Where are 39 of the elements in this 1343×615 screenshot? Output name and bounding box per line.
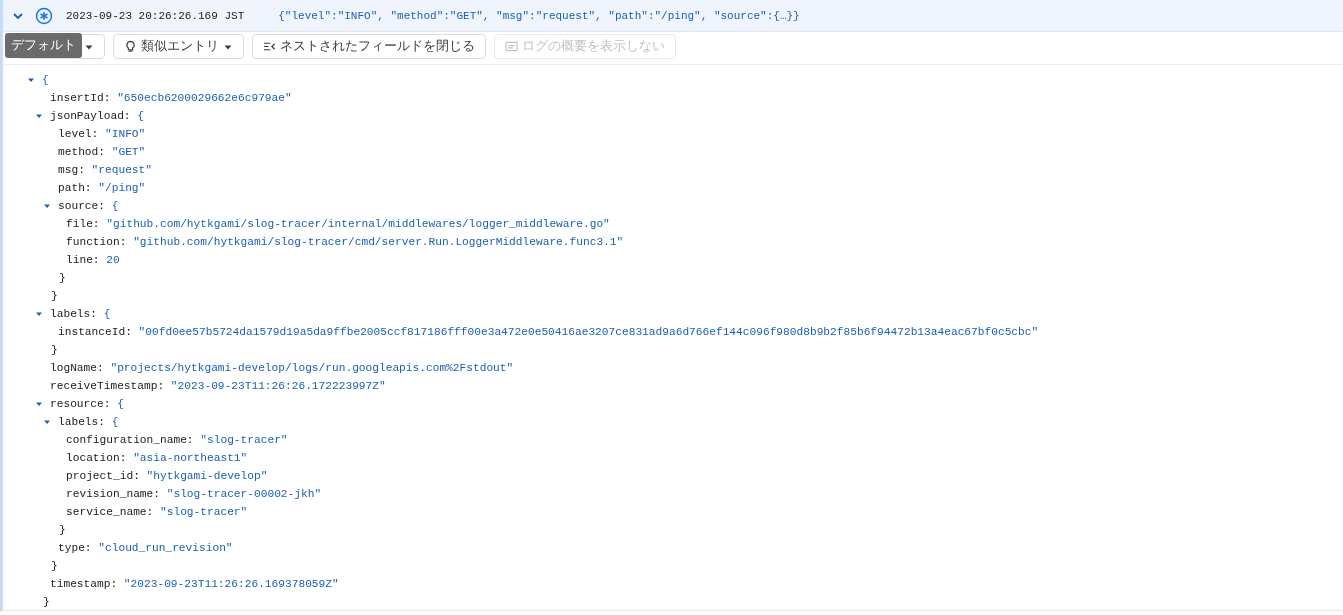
json-field: method: "GET" [58, 146, 146, 158]
collapse-lines-icon [263, 40, 276, 53]
json-field: path: "/ping" [58, 182, 146, 194]
json-field: revision_name: "slog-tracer-00002-jkh" [66, 488, 322, 500]
json-field: line: 20 [66, 254, 120, 266]
json-field: service_name: "slog-tracer" [66, 506, 248, 518]
closing-brace: } [43, 596, 50, 608]
json-field: project_id: "hytkgami-develop" [66, 470, 268, 482]
json-field: insertId: "650ecb6200029662e6c979ae" [50, 92, 292, 104]
json-field: msg: "request" [58, 164, 152, 176]
tooltip: デフォルト [5, 33, 82, 58]
closing-brace: } [59, 272, 66, 284]
collapse-button[interactable]: ネストされたフィールドを閉じる [252, 34, 486, 59]
json-field: instanceId: "00fd0ee57b5724da1579d19a5da9ffbe2005ccf817186fff00e3a472e0e50416ae3207ce831ad9a6d766ef144c096f980d8b9b2f85b6f94472b13a4eac67bf0c5cbc" [58, 326, 1039, 338]
json-line: source: { [58, 200, 119, 212]
json-line: { [42, 74, 49, 86]
json-field: logName: "projects/hytkgami-develop/logs/run.googleapis.com%2Fstdout" [50, 362, 514, 374]
json-field: location: "asia-northeast1" [66, 452, 248, 464]
summary-icon [505, 40, 518, 53]
json-field: level: "INFO" [58, 128, 146, 140]
json-line: jsonPayload: { [50, 110, 144, 122]
json-line: labels: { [58, 416, 119, 428]
json-line: resource: { [50, 398, 124, 410]
json-line: labels: { [50, 308, 111, 320]
json-field: configuration_name: "slog-tracer" [66, 434, 288, 446]
log-timestamp: 2023-09-23 20:26:26.169 JST [66, 9, 245, 22]
closing-brace: } [59, 524, 66, 536]
closing-brace: } [51, 290, 58, 302]
json-field: file: "github.com/hytkgami/slog-tracer/internal/middlewares/logger_middleware.go" [66, 218, 610, 230]
json-field: receiveTimestamp: "2023-09-23T11:26:26.172223997Z" [50, 380, 386, 392]
json-field: type: "cloud_run_revision" [58, 542, 233, 554]
log-summary: {"level":"INFO", "method":"GET", "msg":"request", "path":"/ping", "source":{…}} [278, 9, 800, 22]
severity-info-icon [35, 6, 53, 25]
json-field: function: "github.com/hytkgami/slog-tracer/cmd/server.Run.LoggerMiddleware.func3.1" [66, 236, 624, 248]
similar-button[interactable]: 類似エントリ [113, 34, 244, 59]
json-field: timestamp: "2023-09-23T11:26:26.169378059Z" [50, 578, 339, 590]
closing-brace: } [51, 344, 58, 356]
lightbulb-icon [124, 40, 137, 53]
closing-brace: } [51, 560, 58, 572]
